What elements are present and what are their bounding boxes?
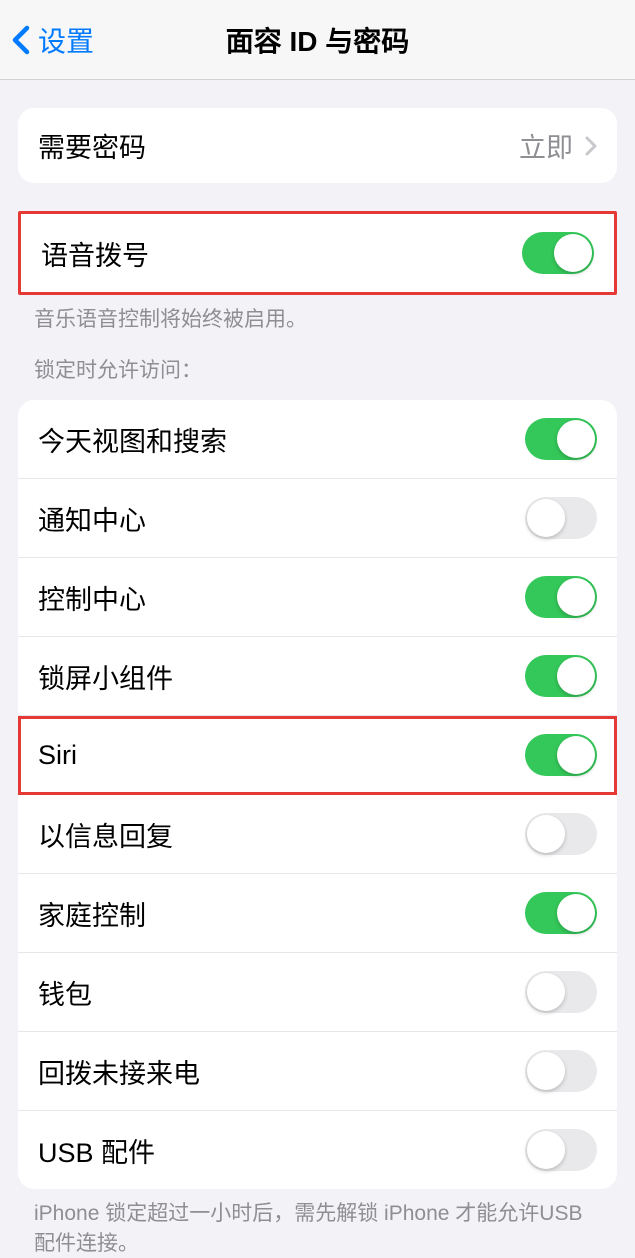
require-passcode-section: 需要密码 立即 <box>18 108 617 183</box>
toggle-knob <box>557 420 595 458</box>
lock-access-toggle[interactable] <box>525 1050 597 1092</box>
toggle-knob <box>527 1131 565 1169</box>
voice-dial-label: 语音拨号 <box>41 234 149 273</box>
lock-access-item-label: Siri <box>38 740 77 771</box>
toggle-knob <box>527 973 565 1011</box>
lock-access-item-label: 家庭控制 <box>38 894 146 933</box>
voice-dial-row: 语音拨号 <box>21 214 614 292</box>
header: 设置 面容 ID 与密码 <box>0 0 635 80</box>
lock-access-toggle[interactable] <box>525 576 597 618</box>
lock-access-item-label: 今天视图和搜索 <box>38 420 227 459</box>
lock-access-row: 以信息回复 <box>18 795 617 874</box>
toggle-knob <box>527 815 565 853</box>
require-passcode-label: 需要密码 <box>38 126 146 165</box>
lock-access-row: 今天视图和搜索 <box>18 400 617 479</box>
toggle-knob <box>527 1052 565 1090</box>
lock-access-item-label: 锁屏小组件 <box>38 657 173 696</box>
lock-access-item-label: USB 配件 <box>38 1131 155 1170</box>
lock-access-toggle[interactable] <box>525 418 597 460</box>
lock-access-section: 今天视图和搜索通知中心控制中心锁屏小组件 Siri 以信息回复家庭控制钱包回拨未接来… <box>18 400 617 1189</box>
lock-access-row: 锁屏小组件 <box>18 637 617 716</box>
lock-access-item-label: 钱包 <box>38 973 92 1012</box>
voice-dial-section: 语音拨号 <box>18 211 617 295</box>
voice-dial-footer: 音乐语音控制将始终被启用。 <box>0 295 635 334</box>
lock-access-row: USB 配件 <box>18 1111 617 1189</box>
toggle-knob <box>554 234 592 272</box>
toggle-knob <box>557 736 595 774</box>
toggle-knob <box>557 578 595 616</box>
lock-access-toggle[interactable] <box>525 497 597 539</box>
toggle-knob <box>527 499 565 537</box>
lock-access-item-label: 回拨未接来电 <box>38 1052 200 1091</box>
lock-access-header: 锁定时允许访问： <box>0 334 635 392</box>
back-label: 设置 <box>38 20 94 60</box>
lock-access-row: 钱包 <box>18 953 617 1032</box>
lock-access-item-label: 以信息回复 <box>38 815 173 854</box>
page-title: 面容 ID 与密码 <box>226 20 410 60</box>
lock-access-toggle[interactable] <box>525 655 597 697</box>
toggle-knob <box>557 657 595 695</box>
lock-access-toggle[interactable] <box>525 1129 597 1171</box>
back-button[interactable]: 设置 <box>0 20 94 60</box>
require-passcode-value: 立即 <box>519 126 597 165</box>
toggle-knob <box>557 894 595 932</box>
lock-access-row: 家庭控制 <box>18 874 617 953</box>
lock-access-row: 通知中心 <box>18 479 617 558</box>
chevron-right-icon <box>585 136 597 156</box>
lock-access-toggle[interactable] <box>525 892 597 934</box>
lock-access-toggle[interactable] <box>525 971 597 1013</box>
lock-access-toggle[interactable] <box>525 813 597 855</box>
lock-access-row: 控制中心 <box>18 558 617 637</box>
lock-access-row: Siri <box>18 716 617 795</box>
lock-access-footer: iPhone 锁定超过一小时后，需先解锁 iPhone 才能允许USB 配件连接… <box>0 1189 635 1258</box>
lock-access-row: 回拨未接来电 <box>18 1032 617 1111</box>
lock-access-item-label: 通知中心 <box>38 499 146 538</box>
lock-access-toggle[interactable] <box>525 734 597 776</box>
lock-access-item-label: 控制中心 <box>38 578 146 617</box>
content: 需要密码 立即 语音拨号 音乐语音控制将始终被启用。 锁定时允许访问： 今天视图… <box>0 108 635 1258</box>
voice-dial-toggle[interactable] <box>522 232 594 274</box>
chevron-left-icon <box>12 25 30 55</box>
require-passcode-row[interactable]: 需要密码 立即 <box>18 108 617 183</box>
